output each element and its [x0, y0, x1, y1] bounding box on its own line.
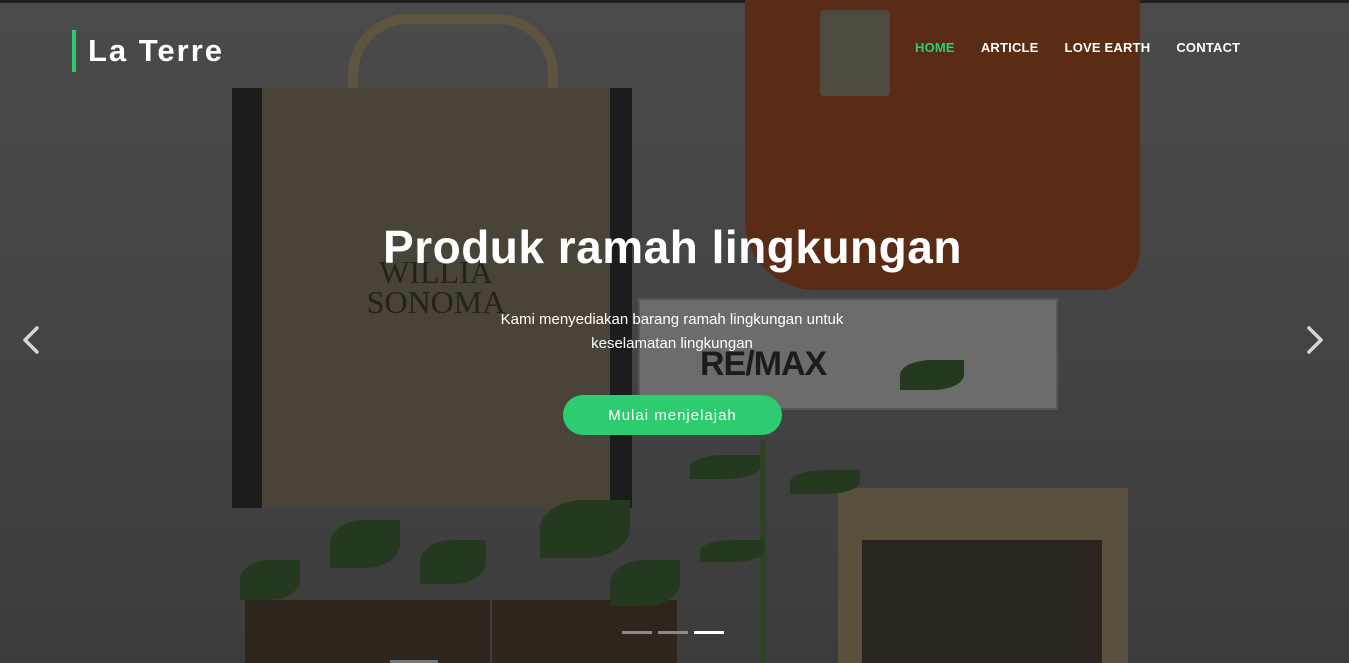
- plant-leaf-shape: [540, 500, 630, 558]
- jute-bag-image: WILLIA SONOMA: [232, 88, 632, 508]
- hero-headline: Produk ramah lingkungan: [383, 221, 962, 273]
- nav-love-earth[interactable]: LOVE EARTH: [1065, 39, 1151, 57]
- plant-leaf-shape: [240, 560, 300, 600]
- explore-button[interactable]: Mulai menjelajah: [563, 395, 782, 435]
- plant-leaf-shape: [330, 520, 400, 568]
- shirt-tag-image: [820, 10, 890, 96]
- carousel-indicator-2[interactable]: [658, 631, 688, 634]
- nav-contact[interactable]: CONTACT: [1176, 39, 1240, 57]
- brand-logo[interactable]: La Terre: [72, 30, 224, 72]
- hero-subtext: Kami menyediakan barang ramah lingkungan…: [500, 311, 844, 352]
- chevron-left-icon: [23, 326, 39, 354]
- bamboo-leaf-shape: [690, 455, 760, 479]
- top-edge: [0, 0, 1349, 3]
- nav-home[interactable]: HOME: [915, 39, 955, 57]
- carousel-indicator-1[interactable]: [622, 631, 652, 634]
- plant-pot-image: [245, 600, 365, 663]
- photo-frame-picture: [862, 540, 1102, 663]
- bamboo-leaf-shape: [700, 540, 764, 562]
- plant-pot-image: [365, 600, 490, 663]
- carousel-next-button[interactable]: [1296, 322, 1332, 358]
- carousel-prev-button[interactable]: [14, 322, 50, 358]
- carousel-indicator-3[interactable]: [694, 631, 724, 634]
- main-nav: HOME ARTICLE LOVE EARTH CONTACT: [915, 39, 1240, 57]
- bamboo-leaf-shape: [790, 470, 860, 494]
- card-plant-leaf-shape: [900, 360, 964, 390]
- nav-article[interactable]: ARTICLE: [981, 39, 1039, 57]
- hero-carousel: WILLIA SONOMA RE/MAX La Terre HOME ARTIC…: [0, 0, 1349, 663]
- plant-leaf-shape: [610, 560, 680, 606]
- plant-leaf-shape: [420, 540, 486, 584]
- chevron-right-icon: [1307, 326, 1323, 354]
- carousel-indicators: [622, 631, 724, 634]
